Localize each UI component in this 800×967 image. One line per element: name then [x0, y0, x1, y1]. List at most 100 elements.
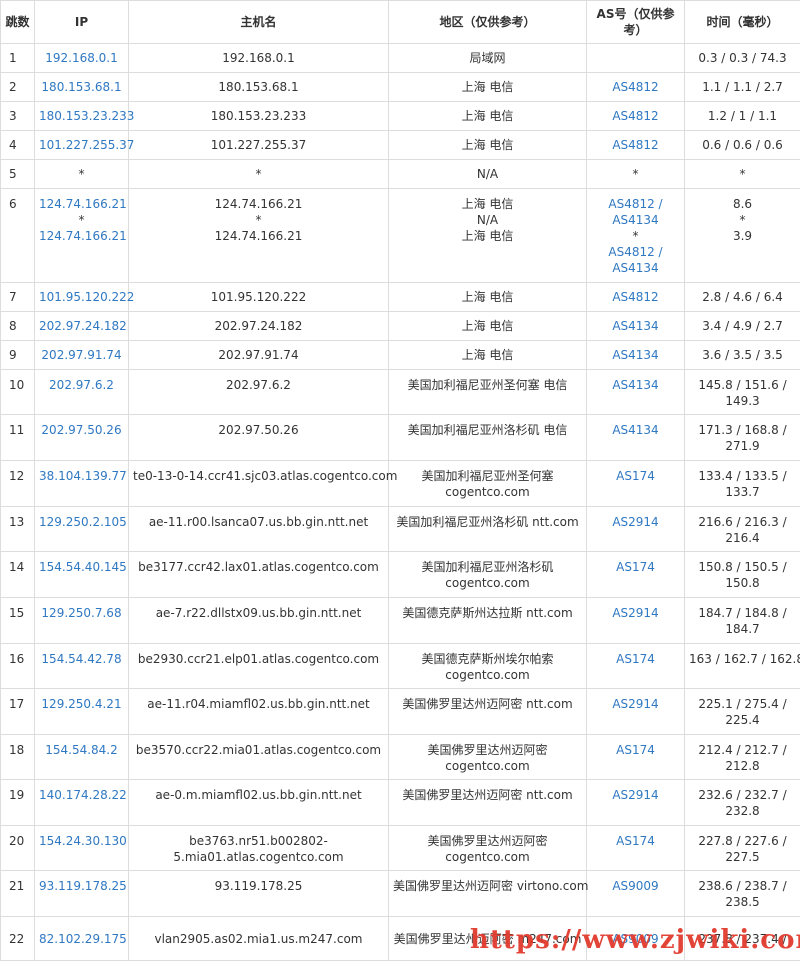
hostname-cell-line: ae-7.r22.dllstx09.us.bb.gin.ntt.net [155, 606, 362, 620]
ip-cell-line[interactable]: 129.250.4.21 [39, 696, 124, 712]
as-cell: AS4812 [586, 72, 685, 102]
table-row: 14 154.54.40.145 be3177.ccr42.lax01.atlas.… [0, 551, 800, 598]
as-cell-line[interactable]: AS4812 [591, 137, 680, 153]
as-cell-line[interactable]: AS4134 [591, 377, 680, 393]
ip-cell: 154.24.30.130 [34, 825, 129, 871]
region-cell-line: 美国佛罗里达州迈阿密 [427, 834, 548, 848]
as-cell-line[interactable]: AS4134 [591, 212, 680, 228]
ip-cell-line[interactable]: 124.74.166.21 [39, 196, 127, 212]
ip-cell: 180.153.23.233 [34, 101, 134, 131]
table-row: 9 202.97.91.74 202.97.91.74 上海 电信 AS4134 3.6 … [0, 340, 800, 370]
header-as-number: AS号（仅供参考） [586, 0, 685, 44]
ip-cell-line[interactable]: 129.250.2.105 [39, 514, 127, 530]
table-header-row: 跳数 IP 主机名 地区（仅供参考） AS号（仅供参考） 时间（毫秒） [0, 0, 800, 44]
table-row: 17 129.250.4.21 ae-11.r04.miamfl02.us.bb.g… [0, 688, 800, 735]
time-cell: 1.2 / 1 / 1.1 [684, 101, 800, 131]
as-cell-line[interactable]: AS174 [591, 651, 680, 667]
time-cell-line: 133.7 [725, 485, 760, 499]
ip-cell-line[interactable]: 154.54.84.2 [39, 742, 124, 758]
ip-cell-line[interactable]: 202.97.6.2 [39, 377, 124, 393]
ip-cell-line[interactable]: 192.168.0.1 [39, 50, 124, 66]
region-cell: 上海 电信 [388, 340, 587, 370]
hop-number: 2 [0, 72, 35, 102]
hostname-cell-line: 180.153.23.233 [210, 109, 307, 123]
ip-cell-line[interactable]: 129.250.7.68 [39, 605, 124, 621]
as-cell-line[interactable]: AS174 [591, 833, 680, 849]
region-cell-line: 上海 电信 [461, 138, 514, 152]
time-cell: 150.8 / 150.5 / 150.8 [684, 551, 800, 598]
hostname-cell-line: 192.168.0.1 [222, 51, 295, 65]
hostname-cell: * [128, 159, 389, 189]
as-cell-line[interactable]: AS2914 [591, 605, 680, 621]
ip-cell-line[interactable]: 38.104.139.77 [39, 468, 127, 484]
table-row: 2 180.153.68.1 180.153.68.1 上海 电信 AS4812 1.1 … [0, 72, 800, 102]
time-cell-line: 3.6 / 3.5 / 3.5 [702, 348, 783, 362]
time-cell-line: 225.1 / 275.4 / [698, 697, 787, 711]
ip-cell-line[interactable]: 180.153.23.233 [39, 108, 134, 124]
as-cell-line[interactable]: AS2914 [591, 696, 680, 712]
as-cell-line: * [632, 229, 639, 243]
as-cell-line[interactable]: AS4134 [591, 318, 680, 334]
ip-cell: 202.97.6.2 [34, 369, 129, 415]
region-cell: 上海 电信 [388, 311, 587, 341]
as-cell-line[interactable]: AS4134 [591, 347, 680, 363]
as-cell: AS4812 [586, 282, 685, 312]
as-cell-line[interactable]: AS4812 / [591, 244, 680, 260]
as-cell-line[interactable]: AS4812 [591, 79, 680, 95]
as-cell-line[interactable]: AS174 [591, 559, 680, 575]
ip-cell-line[interactable]: 154.54.42.78 [39, 651, 124, 667]
as-cell-line[interactable]: AS4812 [591, 108, 680, 124]
hostname-cell-line: be2930.ccr21.elp01.atlas.cogentco.com [137, 652, 380, 666]
region-cell-line: 上海 电信 [461, 109, 514, 123]
header-hop: 跳数 [0, 0, 35, 44]
hostname-cell: 101.227.255.37 [128, 130, 389, 160]
hop-number: 17 [0, 688, 35, 735]
ip-cell-line[interactable]: 180.153.68.1 [39, 79, 124, 95]
ip-cell-line[interactable]: 82.102.29.175 [39, 931, 127, 947]
as-cell-line[interactable]: AS4134 [591, 260, 680, 276]
traceroute-table: 跳数 IP 主机名 地区（仅供参考） AS号（仅供参考） 时间（毫秒） 1 192… [0, 0, 800, 961]
hostname-cell: 124.74.166.21 * 124.74.166.21 [128, 188, 389, 283]
hop-number: 21 [0, 870, 35, 917]
ip-cell-line[interactable]: 202.97.24.182 [39, 318, 127, 334]
ip-cell-line[interactable]: 140.174.28.22 [39, 787, 127, 803]
hostname-cell-line: 93.119.178.25 [214, 879, 303, 893]
ip-cell-line[interactable]: 124.74.166.21 [39, 228, 127, 244]
ip-cell: 38.104.139.77 [34, 460, 129, 507]
time-cell-line: 227.8 / 227.6 / [698, 834, 787, 848]
ip-cell-line[interactable]: 202.97.50.26 [39, 422, 124, 438]
time-cell-line: 216.4 [725, 531, 760, 545]
ip-cell-line[interactable]: 101.95.120.222 [39, 289, 134, 305]
region-cell-line: N/A [476, 167, 499, 181]
as-cell-line[interactable]: AS9009 [591, 878, 680, 894]
ip-cell-line[interactable]: 101.227.255.37 [39, 137, 134, 153]
time-cell: 171.3 / 168.8 / 271.9 [684, 414, 800, 461]
as-cell-line[interactable]: AS4134 [591, 422, 680, 438]
header-region: 地区（仅供参考） [388, 0, 587, 44]
as-cell: AS4812 /AS4134 * AS4812 /AS4134 [586, 188, 685, 283]
as-cell-line[interactable]: AS2914 [591, 787, 680, 803]
region-cell-line: 美国佛罗里达州迈阿密 [427, 743, 548, 757]
ip-cell-line[interactable]: 154.54.40.145 [39, 559, 127, 575]
hostname-cell-line: 124.74.166.21 [214, 197, 303, 211]
time-cell-line: 3.4 / 4.9 / 2.7 [702, 319, 783, 333]
time-cell-line: 8.6 [732, 197, 753, 211]
hostname-cell: 202.97.50.26 [128, 414, 389, 461]
ip-cell-line[interactable]: 202.97.91.74 [39, 347, 124, 363]
hostname-cell: 180.153.68.1 [128, 72, 389, 102]
time-cell: 1.1 / 1.1 / 2.7 [684, 72, 800, 102]
as-cell-line[interactable]: AS174 [591, 468, 680, 484]
table-row: 5 * * N/A * * [0, 159, 800, 189]
ip-cell: 202.97.50.26 [34, 414, 129, 461]
as-cell-line[interactable]: AS174 [591, 742, 680, 758]
as-cell-line[interactable]: AS2914 [591, 514, 680, 530]
region-cell-line: 美国佛罗里达州迈阿密 ntt.com [402, 788, 573, 802]
ip-cell-line[interactable]: 154.24.30.130 [39, 833, 127, 849]
as-cell-line[interactable]: AS4812 [591, 289, 680, 305]
time-cell-line: 1.2 / 1 / 1.1 [707, 109, 778, 123]
as-cell-line[interactable]: AS4812 / [591, 196, 680, 212]
ip-cell-line[interactable]: 93.119.178.25 [39, 878, 127, 894]
table-row: 10 202.97.6.2 202.97.6.2 美国加利福尼亚州圣何塞 电信 AS41… [0, 369, 800, 415]
hop-number: 4 [0, 130, 35, 160]
hop-number: 6 [0, 188, 35, 283]
